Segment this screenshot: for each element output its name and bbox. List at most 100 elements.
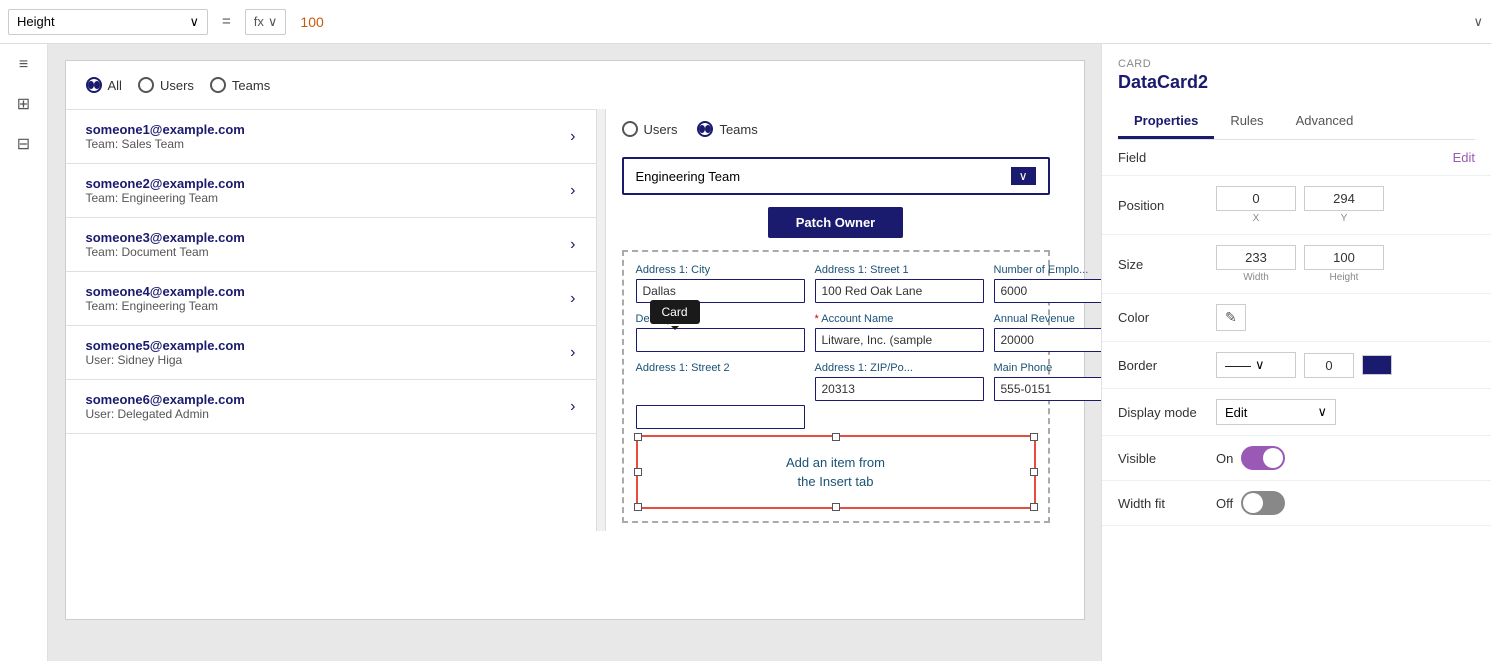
prop-displaymode-label: Display mode [1118, 405, 1208, 420]
handle-ml[interactable] [634, 468, 642, 476]
size-height-input[interactable] [1304, 245, 1384, 270]
handle-tr[interactable] [1030, 433, 1038, 441]
prop-field-row: Field Edit [1102, 140, 1491, 176]
display-mode-select[interactable]: Edit ∨ [1216, 399, 1336, 425]
handle-bl[interactable] [634, 503, 642, 511]
position-x-sublabel: X [1216, 213, 1296, 224]
formula-right-chevron[interactable]: ∨ [1473, 14, 1483, 30]
radio-teams-label: Teams [232, 78, 270, 93]
radio-users[interactable]: Users [138, 77, 194, 93]
props-card-label: CARD [1118, 58, 1475, 70]
inner-radio-users[interactable]: Users [622, 121, 678, 137]
user-email: someone3@example.com [86, 230, 245, 245]
field-employees-input[interactable] [994, 279, 1102, 303]
size-width-input[interactable] [1216, 245, 1296, 270]
list-scrollbar[interactable] [596, 109, 606, 531]
components-icon[interactable]: ⊟ [17, 134, 30, 154]
inner-radio-teams[interactable]: Teams [697, 121, 757, 137]
radio-teams-circle [210, 77, 226, 93]
prop-field-label: Field [1118, 150, 1208, 165]
tab-rules[interactable]: Rules [1214, 105, 1279, 139]
menu-icon[interactable]: ≡ [19, 56, 28, 74]
field-phone-input[interactable] [994, 377, 1102, 401]
visible-toggle[interactable] [1241, 446, 1285, 470]
border-style-select[interactable]: —— ∨ [1216, 352, 1296, 378]
chevron-right-icon: › [570, 128, 575, 146]
handle-br[interactable] [1030, 503, 1038, 511]
border-style-chevron: ∨ [1255, 357, 1265, 373]
field-annual-revenue-input[interactable] [994, 328, 1102, 352]
radio-users-label: Users [160, 78, 194, 93]
tab-advanced[interactable]: Advanced [1280, 105, 1370, 139]
prop-border-label: Border [1118, 358, 1208, 373]
border-color-swatch[interactable] [1362, 355, 1392, 375]
fx-label: fx [254, 14, 264, 29]
props-title: DataCard2 [1118, 72, 1475, 93]
fields-grid: Address 1: City Address 1: Street 1 Numb… [636, 264, 1036, 429]
border-width-input[interactable] [1304, 353, 1354, 378]
chevron-right-icon: › [570, 290, 575, 308]
visible-toggle-container: On [1216, 446, 1285, 470]
chevron-right-icon: › [570, 236, 575, 254]
position-y-input[interactable] [1304, 186, 1384, 211]
user-team: User: Sidney Higa [86, 353, 245, 367]
fx-button[interactable]: fx ∨ [245, 9, 287, 35]
user-item[interactable]: someone6@example.com User: Delegated Adm… [66, 380, 596, 434]
display-mode-value: Edit [1225, 405, 1247, 420]
inner-radio-teams-circle [697, 121, 713, 137]
formula-value[interactable]: 100 [292, 14, 1467, 30]
field-street2: Address 1: Street 2 Card [636, 362, 805, 429]
field-description-input[interactable] [636, 328, 805, 352]
position-x-input[interactable] [1216, 186, 1296, 211]
field-street1-input[interactable] [815, 279, 984, 303]
user-item[interactable]: someone4@example.com Team: Engineering T… [66, 272, 596, 326]
user-list: someone1@example.com Team: Sales Team › … [66, 109, 596, 531]
user-email: someone5@example.com [86, 338, 245, 353]
height-selector[interactable]: Height ∨ [8, 9, 208, 35]
sidebar-icons: ≡ ⊞ ⊟ [0, 44, 48, 661]
card-placeholder-inner: Add an item fromthe Insert tab [638, 437, 1034, 507]
handle-bc[interactable] [832, 503, 840, 511]
user-team: Team: Document Team [86, 245, 245, 259]
border-line: —— [1225, 358, 1251, 373]
prop-size-label: Size [1118, 257, 1208, 272]
radio-all-label: All [108, 78, 122, 93]
handle-mr[interactable] [1030, 468, 1038, 476]
widthfit-toggle[interactable] [1241, 491, 1285, 515]
field-account-name-label: Account Name [815, 313, 984, 325]
field-zip-label: Address 1: ZIP/Po... [815, 362, 984, 374]
prop-visible-row: Visible On [1102, 436, 1491, 481]
field-street1-label: Address 1: Street 1 [815, 264, 984, 276]
user-team: Team: Engineering Team [86, 299, 245, 313]
app-canvas: All Users Teams someone1@example.com [65, 60, 1085, 620]
inner-radio-group: Users Teams [606, 109, 1066, 149]
formula-bar: Height ∨ = fx ∨ 100 ∨ [0, 0, 1491, 44]
team-dropdown[interactable]: Engineering Team ∨ [622, 157, 1050, 195]
radio-all[interactable]: All [86, 77, 122, 93]
form-fields-area: Address 1: City Address 1: Street 1 Numb… [622, 250, 1050, 523]
field-street2-input[interactable] [636, 405, 805, 429]
card-placeholder: Add an item fromthe Insert tab [636, 435, 1036, 509]
handle-tc[interactable] [832, 433, 840, 441]
field-account-name-input[interactable] [815, 328, 984, 352]
fx-chevron: ∨ [268, 14, 278, 30]
color-picker-button[interactable]: ✎ [1216, 304, 1246, 331]
props-tabs: Properties Rules Advanced [1118, 105, 1475, 140]
handle-tl[interactable] [634, 433, 642, 441]
tab-properties[interactable]: Properties [1118, 105, 1214, 139]
prop-color-label: Color [1118, 310, 1208, 325]
visible-toggle-label: On [1216, 451, 1233, 466]
user-email: someone1@example.com [86, 122, 245, 137]
inner-radio-users-label: Users [644, 122, 678, 137]
field-employees: Number of Emplo... [994, 264, 1102, 303]
user-item[interactable]: someone5@example.com User: Sidney Higa › [66, 326, 596, 380]
user-item[interactable]: someone2@example.com Team: Engineering T… [66, 164, 596, 218]
user-item[interactable]: someone3@example.com Team: Document Team… [66, 218, 596, 272]
radio-teams[interactable]: Teams [210, 77, 270, 93]
field-zip-input[interactable] [815, 377, 984, 401]
layers-icon[interactable]: ⊞ [17, 94, 30, 114]
patch-owner-button[interactable]: Patch Owner [768, 207, 903, 238]
user-item[interactable]: someone1@example.com Team: Sales Team › [66, 110, 596, 164]
user-team: Team: Sales Team [86, 137, 245, 151]
prop-field-edit[interactable]: Edit [1453, 150, 1475, 165]
